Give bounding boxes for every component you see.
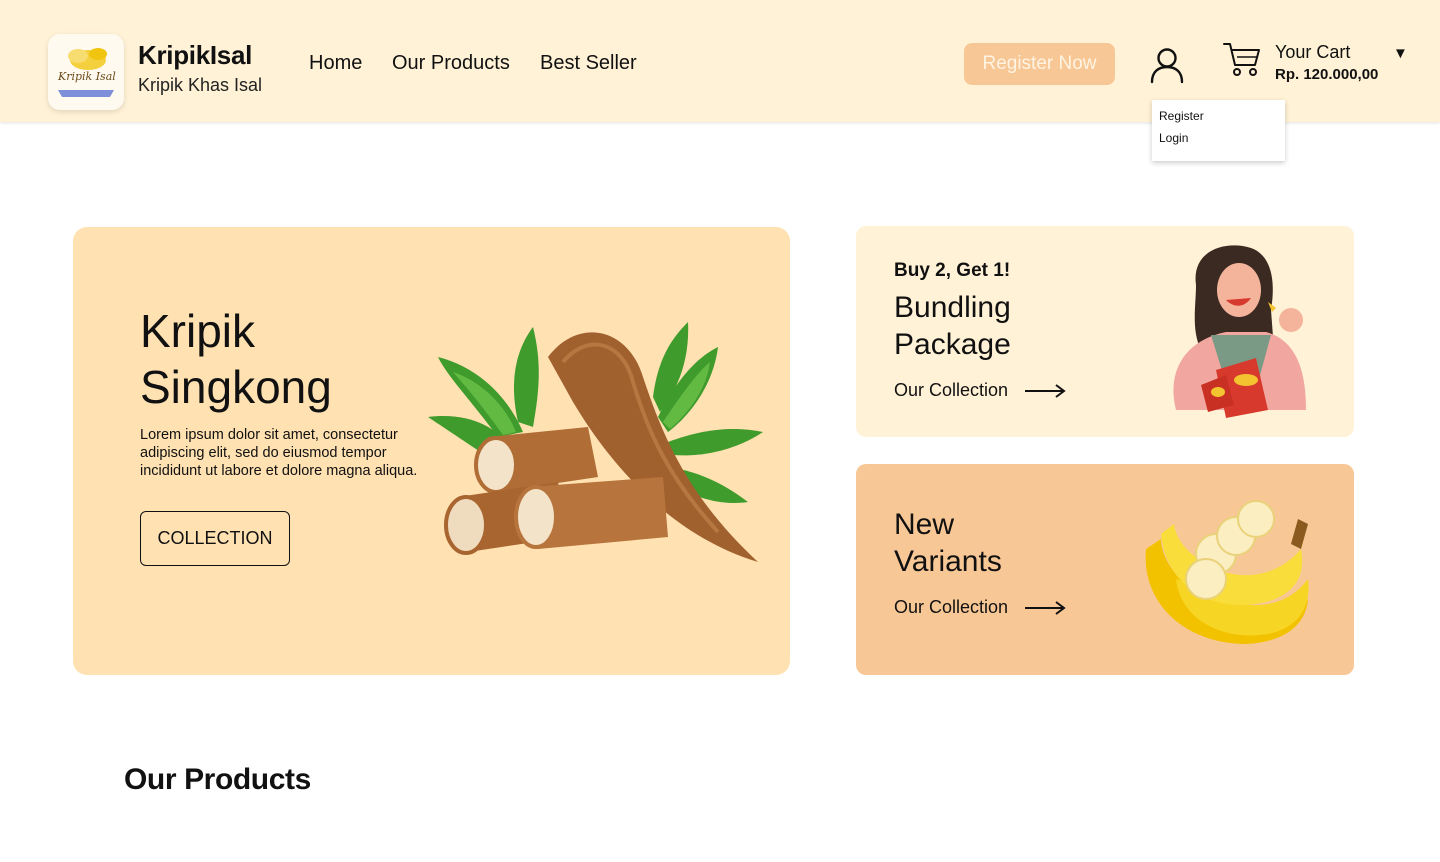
hero-title: Kripik Singkong xyxy=(140,303,332,415)
hero-title-line: Singkong xyxy=(140,361,332,413)
brand-name: KripikIsal xyxy=(138,40,253,70)
our-collection-link[interactable]: Our Collection xyxy=(894,380,1066,401)
promo-title-line: Package xyxy=(894,328,1011,361)
logo-script-text: Kripik Isal xyxy=(58,70,116,83)
link-label: Our Collection xyxy=(894,597,1009,617)
promo-card-bundling[interactable]: Buy 2, Get 1! Bundling Package Our Colle… xyxy=(856,226,1354,437)
nav-home[interactable]: Home xyxy=(309,52,362,75)
link-label: Our Collection xyxy=(894,380,1009,400)
register-now-button[interactable]: Register Now xyxy=(964,43,1115,85)
promo-title-line: Variants xyxy=(894,545,1002,578)
cart-icon[interactable] xyxy=(1222,40,1262,78)
brand-tagline: Kripik Khas Isal xyxy=(138,75,263,95)
chevron-down-icon[interactable]: ▼ xyxy=(1393,45,1408,62)
user-dropdown-menu: Register Login xyxy=(1152,100,1285,161)
nav-our-products[interactable]: Our Products xyxy=(392,52,510,75)
promo-kicker: Buy 2, Get 1! xyxy=(894,260,1011,281)
menu-item-login[interactable]: Login xyxy=(1159,131,1278,145)
cassava-illustration xyxy=(428,322,763,562)
hero-description: Lorem ipsum dolor sit amet, consectetur … xyxy=(140,427,418,479)
cart-total: Rp. 120.000,00 xyxy=(1275,66,1379,83)
menu-item-register[interactable]: Register xyxy=(1159,109,1278,123)
arrow-right-icon xyxy=(1025,383,1066,398)
hero-title-line: Kripik xyxy=(140,305,256,357)
nav-best-seller[interactable]: Best Seller xyxy=(540,52,637,75)
promo-title-line: New xyxy=(894,508,955,541)
promo-card-new-variants[interactable]: New Variants Our Collection xyxy=(856,464,1354,675)
bananas-illustration xyxy=(1145,500,1309,644)
arrow-right-icon xyxy=(1025,600,1066,615)
hero-banner: Kripik Singkong Lorem ipsum dolor sit am… xyxy=(73,227,790,675)
promo-title: Bundling Package xyxy=(894,289,1011,363)
promo-title-line: Bundling xyxy=(894,291,1011,324)
brand-logo[interactable]: Kripik Isal xyxy=(48,34,124,110)
section-title-our-products: Our Products xyxy=(124,763,311,796)
user-icon[interactable] xyxy=(1149,46,1185,84)
promo-title: New Variants xyxy=(894,506,1002,580)
woman-eating-chips-illustration xyxy=(1173,245,1306,418)
our-collection-link[interactable]: Our Collection xyxy=(894,597,1066,618)
collection-button[interactable]: COLLECTION xyxy=(140,511,290,566)
cart-label[interactable]: Your Cart xyxy=(1275,42,1350,63)
